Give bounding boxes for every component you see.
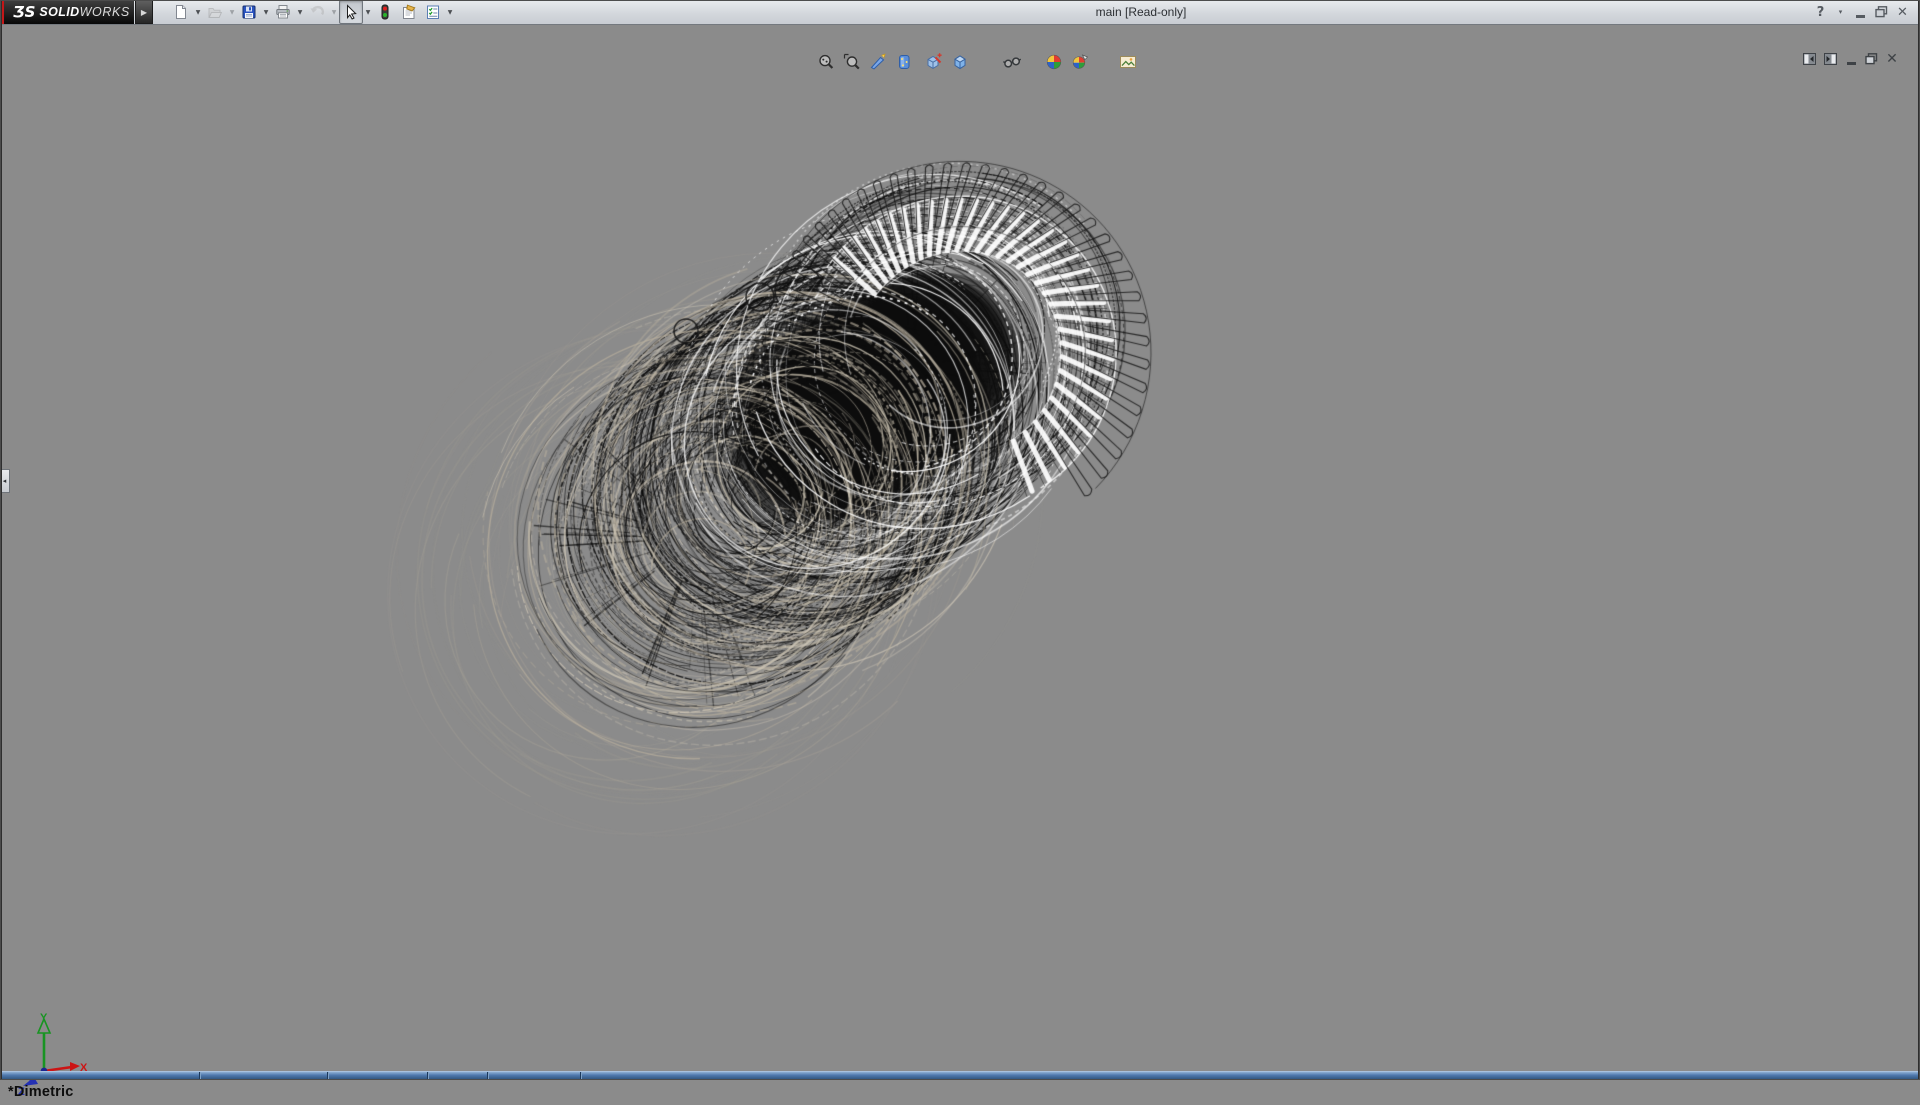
hide-show-items-button[interactable] [1000,51,1024,73]
chevron-down-icon: ▼ [298,9,303,16]
taskbar-divider [580,1072,581,1080]
solidworks-logo: ƷS SOLIDWORKS [0,0,134,24]
save-dropdown[interactable]: ▼ [261,1,271,23]
display-style-button[interactable] [948,51,972,73]
taskbar-edge [0,1071,1920,1080]
reference-triad: Y X Z [10,1011,88,1095]
minimize-button[interactable] [1855,3,1866,21]
restore-icon [1875,3,1888,22]
taskbar-divider [327,1072,328,1080]
heads-up-view-toolbar [812,51,1140,73]
chevron-down-icon: ▼ [448,9,453,16]
view-settings-icon [1119,53,1137,71]
note-icon [401,4,417,20]
view-orientation-icon [895,53,913,71]
menu-expand-button[interactable]: ▶ [135,0,153,24]
close-button[interactable]: ✕ [1897,3,1908,21]
restore-button[interactable] [1875,3,1888,21]
close-icon: ✕ [1886,51,1898,67]
save-icon [241,4,257,20]
print-button[interactable] [271,0,295,24]
hide-show-items-icon [1003,53,1021,71]
section-view-icon [869,53,887,71]
main-toolbar: ▼ ▼ ▼ ▼ ▼ ▼ ▼ [169,0,455,24]
question-icon: ? [1817,5,1825,20]
graphics-area[interactable]: ✕ ◂ Y X Z *Dimetric [0,25,1920,1080]
edit-display-style-button[interactable] [922,51,946,73]
save-button[interactable] [237,0,261,24]
minimize-icon [1856,6,1866,18]
open-icon [207,4,223,20]
zoom-to-fit-button[interactable] [814,51,838,73]
edit-appearance-icon [1045,53,1063,71]
checklist-icon [425,4,441,20]
window-controls: ? ▾ ✕ [1815,0,1908,24]
child-restore-button[interactable] [1865,52,1878,66]
chevron-down-icon: ▼ [196,9,201,16]
help-dropdown[interactable]: ▾ [1835,3,1846,21]
view-orientation-label: *Dimetric [8,1084,73,1100]
select-button[interactable] [339,0,363,24]
undo-icon [309,4,325,20]
print-icon [275,4,291,20]
solidworks-logo-text-bold: SOLID [39,5,79,19]
triad-y-axis: Y [38,1012,50,1071]
open-document-dropdown: ▼ [227,1,237,23]
pane-right-icon [1824,50,1837,69]
stoplight-button[interactable] [373,0,397,24]
featuremanager-flyout-tab[interactable]: ◂ [0,469,10,493]
triad-y-label: Y [40,1012,48,1024]
taskbar-divider [487,1072,488,1080]
taskbar-divider [427,1072,428,1080]
section-view-button[interactable] [866,51,890,73]
document-window-controls: ✕ [1803,52,1898,66]
print-dropdown[interactable]: ▼ [295,1,305,23]
select-dropdown[interactable]: ▼ [363,1,373,23]
window-title: main [Read-only] [1011,0,1271,24]
child-close-button[interactable]: ✕ [1886,52,1898,66]
zoom-to-area-icon [843,53,861,71]
pane-right-button[interactable] [1824,52,1837,66]
child-minimize-button[interactable] [1845,52,1857,66]
view-settings-button[interactable] [1116,51,1140,73]
open-document-button [203,0,227,24]
collapse-arrow-icon: ◂ [3,477,7,485]
apply-scene-icon [1071,53,1089,71]
checklist-dropdown[interactable]: ▼ [445,1,455,23]
taskbar-divider [199,1072,200,1080]
chevron-down-icon: ▼ [230,9,235,16]
chevron-down-icon: ▼ [264,9,269,16]
display-style-icon [951,53,969,71]
title-bar: ƷS SOLIDWORKS ▶ ▼ ▼ ▼ ▼ ▼ ▼ ▼ main [Read-only]… [0,0,1920,25]
zoom-to-fit-icon [817,53,835,71]
minimize-icon [1847,54,1856,65]
view-orientation-button[interactable] [892,51,916,73]
expand-arrow-icon: ▶ [141,8,147,17]
pane-left-icon [1803,50,1816,69]
pane-left-button[interactable] [1803,52,1816,66]
engine-wireframe-model[interactable] [0,25,1920,1105]
solidworks-logo-glyph: ƷS [13,5,35,20]
undo-dropdown: ▼ [329,1,339,23]
undo-button [305,0,329,24]
close-icon: ✕ [1897,5,1908,20]
help-button[interactable]: ? [1815,3,1826,21]
edit-display-style-icon [925,53,943,71]
new-document-button[interactable] [169,0,193,24]
chevron-down-icon: ▼ [366,9,371,16]
note-button[interactable] [397,0,421,24]
chevron-down-icon: ▼ [332,9,337,16]
select-icon [343,4,359,20]
stoplight-icon [377,4,393,20]
apply-scene-button[interactable] [1068,51,1092,73]
zoom-to-area-button[interactable] [840,51,864,73]
new-icon [173,4,189,20]
new-document-dropdown[interactable]: ▼ [193,1,203,23]
solidworks-logo-text-light: WORKS [80,5,130,19]
restore-icon [1865,50,1878,69]
checklist-button[interactable] [421,0,445,24]
edit-appearance-button[interactable] [1042,51,1066,73]
chevron-down-icon: ▾ [1839,8,1843,16]
